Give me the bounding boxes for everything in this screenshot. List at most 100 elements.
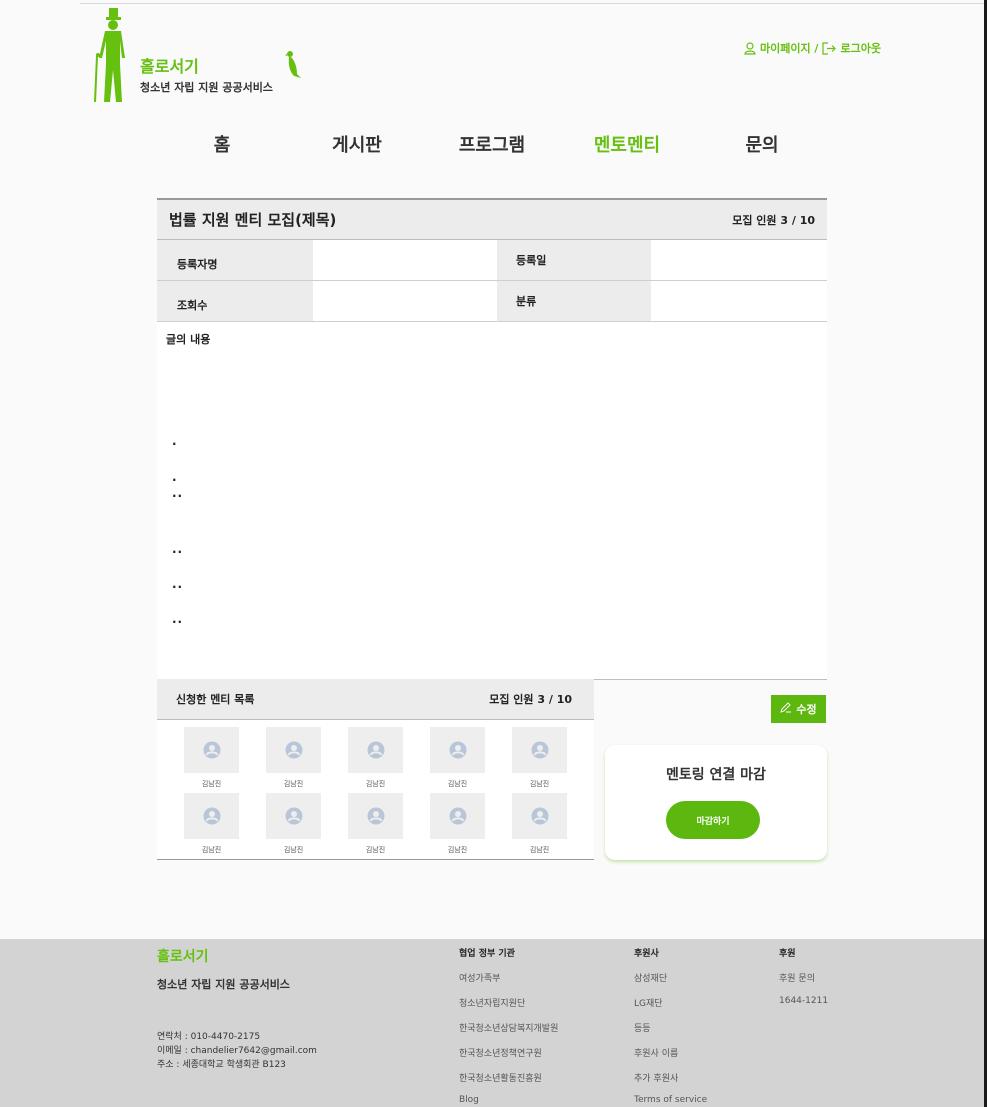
brand-subtitle: 청소년 자립 지원 공공서비스	[140, 81, 273, 94]
avatar-icon	[430, 793, 485, 839]
brand-title[interactable]: 홀로서기	[140, 53, 199, 77]
footer-email: 이메일 : chandelier7642@gmail.com	[157, 1046, 317, 1056]
edit-button[interactable]: 수정	[771, 695, 826, 723]
content-line: ..	[172, 542, 184, 556]
mentee-card[interactable]: 김남진	[512, 727, 567, 789]
mentee-name: 김남진	[447, 780, 468, 788]
info-row-views: 조회수 분류	[157, 281, 827, 322]
logout-icon	[822, 41, 837, 55]
mypage-link[interactable]: 마이페이지 /	[760, 40, 818, 56]
account-links: 마이페이지 / 로그아웃	[744, 40, 881, 56]
author-label: 등록자명	[157, 240, 313, 280]
footer-link[interactable]: 등등	[634, 1021, 651, 1034]
avatar-icon	[266, 727, 321, 773]
footer-col-sponsor-title: 후원사	[634, 949, 659, 959]
date-label: 등록일	[497, 240, 651, 280]
user-icon	[744, 41, 756, 55]
mentee-list: 신청한 멘티 목록 모집 인원 3 / 10 김남진 김남진 김남진 김남진 김남진 김남…	[157, 679, 594, 860]
nav-program[interactable]: 프로그램	[459, 131, 525, 157]
post-title: 법률 지원 멘티 모집(제목)	[169, 211, 337, 229]
category-label: 분류	[497, 281, 651, 321]
mentee-list-count: 모집 인원 3 / 10	[489, 693, 572, 706]
closing-title: 멘토링 연결 마감	[666, 767, 766, 783]
main-nav: 홈 게시판 프로그램 멘토멘티 문의	[0, 131, 987, 157]
closing-panel: 멘토링 연결 마감 마감하기	[605, 745, 827, 860]
mentee-list-title: 신청한 멘티 목록	[176, 693, 255, 706]
mentee-name: 김남진	[529, 780, 550, 788]
mentee-name: 김남진	[365, 846, 386, 854]
mentee-card[interactable]: 김남진	[430, 793, 485, 855]
mentee-list-header: 신청한 멘티 목록 모집 인원 3 / 10	[157, 679, 594, 720]
footer-link[interactable]: 한국청소년상담복지개발원	[459, 1021, 558, 1034]
nav-mentoring[interactable]: 멘토멘티	[594, 131, 660, 157]
footer-link[interactable]: LG재단	[634, 996, 663, 1009]
pencil-icon	[780, 702, 792, 716]
footer-link[interactable]: 후원사 이름	[634, 1046, 678, 1059]
avatar-icon	[184, 793, 239, 839]
footer-phone: 연락처 : 010-4470-2175	[157, 1032, 261, 1042]
content-line: .	[172, 470, 178, 484]
content-label: 글의 내용	[166, 333, 211, 346]
post-detail: 법률 지원 멘티 모집(제목) 모집 인원 3 / 10 등록자명 등록일 조회…	[157, 198, 827, 680]
nav-inquiry[interactable]: 문의	[745, 131, 778, 157]
content-line: ..	[172, 486, 184, 500]
footer-link[interactable]: Blog	[459, 1095, 479, 1105]
mentee-name: 김남진	[201, 780, 222, 788]
mentee-name: 김남진	[447, 846, 468, 854]
avatar-icon	[348, 727, 403, 773]
footer-link[interactable]: 한국청소년정책연구원	[459, 1046, 542, 1059]
footer: 홀로서기 청소년 자립 지원 공공서비스 연락처 : 010-4470-2175…	[0, 939, 984, 1107]
footer-brand: 홀로서기	[157, 949, 209, 965]
avatar-icon	[184, 727, 239, 773]
footer-link[interactable]: Terms of service	[634, 1095, 707, 1105]
footer-link[interactable]: 여성가족부	[459, 971, 500, 984]
author-value	[313, 240, 497, 280]
mentee-card[interactable]: 김남진	[184, 727, 239, 789]
content-line: ..	[172, 612, 184, 626]
mentee-name: 김남진	[283, 846, 304, 854]
mentee-name: 김남진	[201, 846, 222, 854]
mentee-card[interactable]: 김남진	[348, 727, 403, 789]
date-value	[651, 240, 827, 280]
avatar-icon	[512, 793, 567, 839]
avatar-icon	[430, 727, 485, 773]
edit-button-label: 수정	[796, 703, 817, 716]
footer-col-gov-title: 협업 정부 기관	[459, 949, 515, 959]
avatar-icon	[512, 727, 567, 773]
mentee-card[interactable]: 김남진	[184, 793, 239, 855]
footer-link[interactable]: 청소년자립지원단	[459, 996, 525, 1009]
nav-board[interactable]: 게시판	[332, 131, 382, 157]
footer-subtitle: 청소년 자립 지원 공공서비스	[157, 978, 290, 991]
footer-link[interactable]: 후원 문의	[779, 971, 815, 984]
content-line: .	[172, 434, 178, 448]
footer-link[interactable]: 한국청소년활동진흥원	[459, 1071, 542, 1084]
views-label: 조회수	[157, 281, 313, 321]
mentee-name: 김남진	[365, 780, 386, 788]
avatar-icon	[266, 793, 321, 839]
mentee-card[interactable]: 김남진	[512, 793, 567, 855]
post-recruit-count: 모집 인원 3 / 10	[732, 213, 815, 227]
info-row-author: 등록자명 등록일	[157, 240, 827, 281]
mentee-card[interactable]: 김남진	[430, 727, 485, 789]
footer-phone-number: 1644-1211	[779, 996, 829, 1006]
gentleman-logo-icon[interactable]	[92, 8, 134, 106]
category-value	[651, 281, 827, 321]
content-line: ..	[172, 577, 184, 591]
nav-home[interactable]: 홈	[214, 131, 231, 157]
views-value	[313, 281, 497, 321]
footer-col-donate-title: 후원	[779, 949, 796, 959]
footer-link[interactable]: 삼성재단	[634, 971, 667, 984]
footer-link[interactable]: 추가 후원사	[634, 1071, 678, 1084]
avatar-icon	[348, 793, 403, 839]
close-mentoring-button[interactable]: 마감하기	[666, 801, 760, 839]
bird-icon	[285, 50, 303, 84]
mentee-card[interactable]: 김남진	[266, 793, 321, 855]
post-content: 글의 내용 . . .. .. .. ..	[157, 322, 827, 680]
footer-address: 주소 : 세종대학교 학생회관 B123	[157, 1060, 286, 1070]
mentee-card[interactable]: 김남진	[348, 793, 403, 855]
mentee-card[interactable]: 김남진	[266, 727, 321, 789]
logout-link[interactable]: 로그아웃	[840, 40, 880, 56]
mentee-name: 김남진	[529, 846, 550, 854]
post-title-row: 법률 지원 멘티 모집(제목) 모집 인원 3 / 10	[157, 200, 827, 240]
mentee-name: 김남진	[283, 780, 304, 788]
